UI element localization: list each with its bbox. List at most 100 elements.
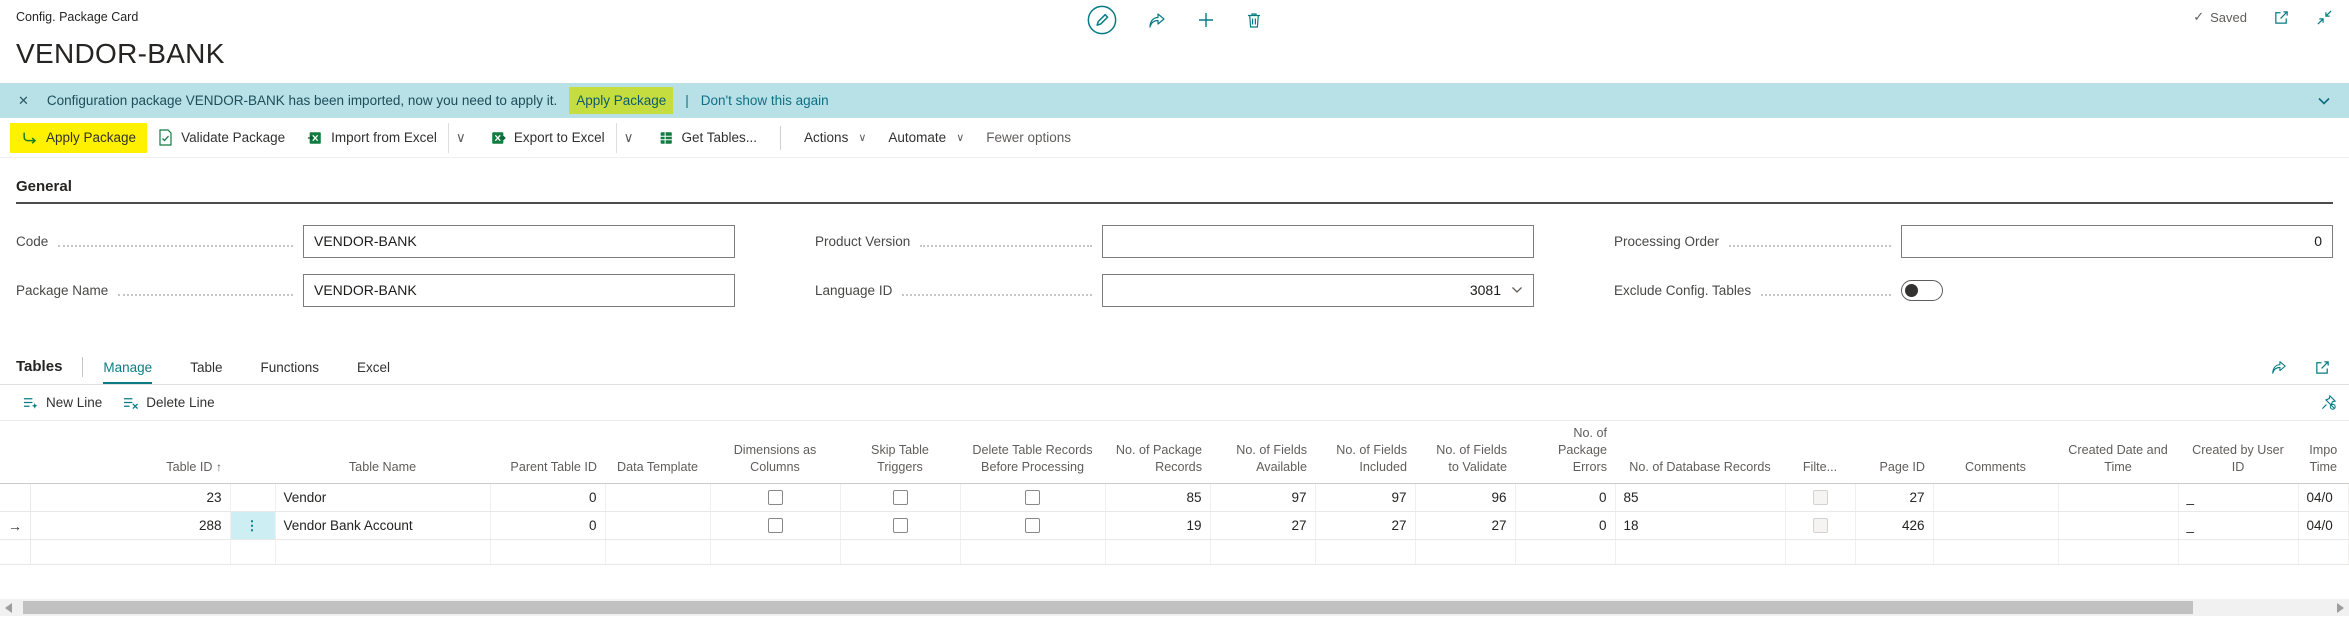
add-icon[interactable] xyxy=(1197,11,1215,29)
close-icon[interactable]: ✕ xyxy=(18,93,29,109)
no-of-database-records-link[interactable]: 85 xyxy=(1615,484,1785,512)
apply-package-button[interactable]: Apply Package xyxy=(10,123,147,153)
page-id-cell[interactable]: 27 xyxy=(1855,484,1933,512)
column-header-filtered[interactable]: Filte... xyxy=(1785,421,1855,484)
share-icon[interactable] xyxy=(2270,359,2288,376)
product-version-input[interactable] xyxy=(1102,225,1534,258)
tables-caption[interactable]: Tables xyxy=(16,358,62,384)
dimensions-as-columns-checkbox[interactable] xyxy=(768,490,783,505)
parent-table-id-cell[interactable]: 0 xyxy=(490,484,605,512)
scroll-right-icon[interactable] xyxy=(2332,599,2349,616)
created-by-user-id-cell[interactable]: _ xyxy=(2178,484,2298,512)
column-header-no-of-fields-available[interactable]: No. of Fields Available xyxy=(1210,421,1315,484)
new-line-button[interactable]: New Line xyxy=(12,390,112,415)
comments-cell[interactable] xyxy=(1933,484,2058,512)
delete-line-button[interactable]: Delete Line xyxy=(112,390,224,415)
column-header-no-of-fields-included[interactable]: No. of Fields Included xyxy=(1315,421,1415,484)
column-header-parent-table-id[interactable]: Parent Table ID xyxy=(490,421,605,484)
no-of-fields-to-validate-link[interactable]: 27 xyxy=(1415,512,1515,540)
processing-order-input[interactable]: 0 xyxy=(1901,225,2333,258)
tab-functions[interactable]: Functions xyxy=(260,360,319,384)
automate-menu[interactable]: Automate ∨ xyxy=(877,123,975,152)
fewer-options-button[interactable]: Fewer options xyxy=(975,123,1082,152)
column-header-table-name[interactable]: Table Name xyxy=(275,421,490,484)
no-of-fields-to-validate-link[interactable]: 96 xyxy=(1415,484,1515,512)
import-from-excel-button[interactable]: Import from Excel xyxy=(296,123,448,153)
row-selector[interactable]: → xyxy=(0,512,30,540)
data-template-cell[interactable] xyxy=(605,484,710,512)
table-name-cell[interactable]: Vendor xyxy=(275,484,490,512)
actions-menu[interactable]: Actions ∨ xyxy=(793,123,877,152)
skip-table-triggers-checkbox[interactable] xyxy=(893,490,908,505)
comments-cell[interactable] xyxy=(1933,512,2058,540)
delete-table-records-checkbox[interactable] xyxy=(1025,518,1040,533)
column-header-skip-table-triggers[interactable]: Skip Table Triggers xyxy=(840,421,960,484)
page-id-cell[interactable]: 426 xyxy=(1855,512,1933,540)
column-header-no-of-fields-to-validate[interactable]: No. of Fields to Validate xyxy=(1415,421,1515,484)
created-by-user-id-cell[interactable]: _ xyxy=(2178,512,2298,540)
column-header-table-id[interactable]: Table ID ↑ xyxy=(30,421,230,484)
table-id-cell[interactable]: 288 xyxy=(30,512,230,540)
no-of-package-errors-link[interactable]: 0 xyxy=(1515,484,1615,512)
export-to-excel-button[interactable]: Export to Excel xyxy=(479,123,616,153)
apply-package-link[interactable]: Apply Package xyxy=(569,87,673,114)
table-id-cell[interactable]: 23 xyxy=(30,484,230,512)
column-header-page-id[interactable]: Page ID xyxy=(1855,421,1933,484)
package-name-input[interactable]: VENDOR-BANK xyxy=(303,274,735,307)
no-of-fields-included-link[interactable]: 27 xyxy=(1315,512,1415,540)
exclude-config-tables-toggle[interactable] xyxy=(1901,280,1943,301)
column-header-delete-table-records[interactable]: Delete Table Records Before Processing xyxy=(960,421,1105,484)
page-title: VENDOR-BANK xyxy=(16,38,2349,70)
no-of-fields-available-link[interactable]: 27 xyxy=(1210,512,1315,540)
data-template-cell[interactable] xyxy=(605,512,710,540)
horizontal-scrollbar[interactable] xyxy=(0,599,2349,616)
validate-package-button[interactable]: Validate Package xyxy=(147,122,296,153)
no-of-database-records-link[interactable]: 18 xyxy=(1615,512,1785,540)
breadcrumb[interactable]: Config. Package Card xyxy=(16,10,138,24)
skip-table-triggers-checkbox[interactable] xyxy=(893,518,908,533)
export-to-excel-dropdown[interactable]: ∨ xyxy=(616,123,641,153)
tab-manage[interactable]: Manage xyxy=(103,360,152,384)
dont-show-again-link[interactable]: Don't show this again xyxy=(701,93,829,108)
sort-ascending-icon: ↑ xyxy=(216,460,222,474)
no-of-package-records-link[interactable]: 85 xyxy=(1105,484,1210,512)
scrollbar-thumb[interactable] xyxy=(23,601,2193,614)
tab-excel[interactable]: Excel xyxy=(357,360,390,384)
column-header-dimensions-as-columns[interactable]: Dimensions as Columns xyxy=(710,421,840,484)
scroll-left-icon[interactable] xyxy=(0,599,17,616)
scrollbar-track[interactable] xyxy=(17,599,2332,616)
get-tables-button[interactable]: Get Tables... xyxy=(647,123,769,153)
general-section-title[interactable]: General xyxy=(16,178,2333,195)
column-header-no-of-database-records[interactable]: No. of Database Records xyxy=(1615,421,1785,484)
collapse-icon[interactable] xyxy=(2316,9,2333,26)
tab-table[interactable]: Table xyxy=(190,360,222,384)
no-of-fields-available-link[interactable]: 97 xyxy=(1210,484,1315,512)
language-dropdown-chevron-icon[interactable] xyxy=(1511,286,1523,294)
no-of-fields-included-link[interactable]: 97 xyxy=(1315,484,1415,512)
delete-table-records-checkbox[interactable] xyxy=(1025,490,1040,505)
parent-table-id-cell[interactable]: 0 xyxy=(490,512,605,540)
column-header-data-template[interactable]: Data Template xyxy=(605,421,710,484)
chevron-down-icon[interactable] xyxy=(2317,96,2331,106)
pin-icon[interactable] xyxy=(2320,394,2337,411)
no-of-package-errors-link[interactable]: 0 xyxy=(1515,512,1615,540)
code-input[interactable]: VENDOR-BANK xyxy=(303,225,735,258)
delete-icon[interactable] xyxy=(1245,11,1263,29)
column-header-no-of-package-records[interactable]: No. of Package Records xyxy=(1105,421,1210,484)
column-header-imported[interactable]: Impo Time xyxy=(2298,421,2349,484)
column-header-no-of-package-errors[interactable]: No. of Package Errors xyxy=(1515,421,1615,484)
row-menu-icon[interactable]: ⋮ xyxy=(230,512,275,540)
language-id-input[interactable]: 3081 xyxy=(1102,274,1534,307)
share-icon[interactable] xyxy=(1147,11,1167,29)
edit-icon[interactable] xyxy=(1087,5,1117,35)
table-name-cell[interactable]: Vendor Bank Account xyxy=(275,512,490,540)
open-in-new-window-icon[interactable] xyxy=(2314,359,2331,376)
dimensions-as-columns-checkbox[interactable] xyxy=(768,518,783,533)
import-from-excel-dropdown[interactable]: ∨ xyxy=(448,123,473,153)
column-header-comments[interactable]: Comments xyxy=(1933,421,2058,484)
row-selector[interactable] xyxy=(0,484,30,512)
no-of-package-records-link[interactable]: 19 xyxy=(1105,512,1210,540)
column-header-created-by-user-id[interactable]: Created by User ID xyxy=(2178,421,2298,484)
open-in-new-window-icon[interactable] xyxy=(2273,9,2290,26)
column-header-created-date-and-time[interactable]: Created Date and Time xyxy=(2058,421,2178,484)
